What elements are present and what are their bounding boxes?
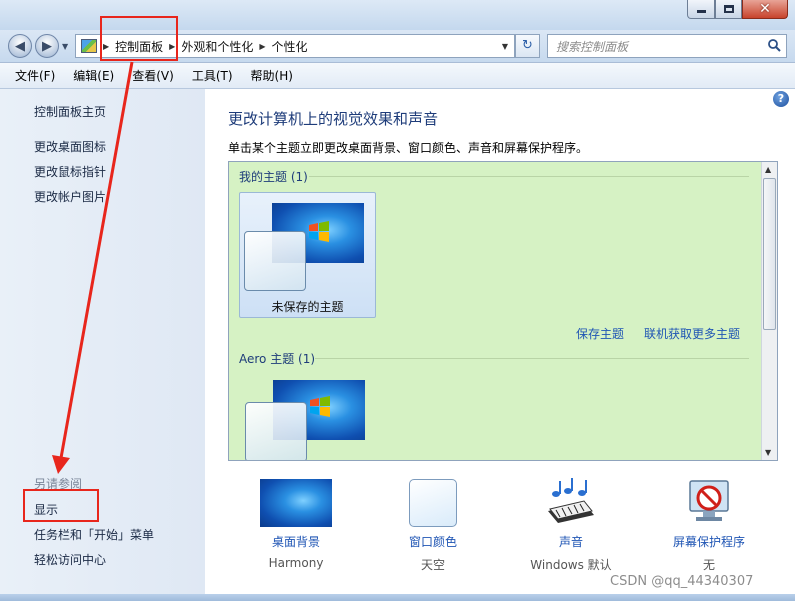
desktop-background-label[interactable]: 桌面背景 bbox=[231, 533, 361, 550]
scroll-up-icon[interactable]: ▲ bbox=[765, 165, 771, 174]
theme-thumbnail-aero[interactable] bbox=[239, 374, 376, 460]
menu-edit[interactable]: 编辑(E) bbox=[64, 65, 123, 86]
windows-logo-icon bbox=[309, 221, 329, 242]
content-area: ? 更改计算机上的视觉效果和声音 单击某个主题立即更改桌面背景、窗口颜色、声音和… bbox=[205, 89, 795, 601]
save-theme-link[interactable]: 保存主题 bbox=[576, 325, 624, 342]
forward-arrow-icon: ▶ bbox=[42, 38, 52, 54]
page-title: 更改计算机上的视觉效果和声音 bbox=[228, 110, 439, 128]
my-themes-header: 我的主题 (1) bbox=[239, 170, 308, 184]
sound-icon bbox=[548, 478, 594, 523]
sidebar-link-account-picture[interactable]: 更改帐户图片 bbox=[34, 188, 106, 205]
window-glass-preview bbox=[244, 231, 306, 291]
get-more-themes-link[interactable]: 联机获取更多主题 bbox=[644, 325, 740, 342]
close-button[interactable]: ✕ bbox=[742, 0, 788, 19]
group-divider bbox=[315, 358, 749, 359]
search-input[interactable]: 搜索控制面板 bbox=[547, 34, 787, 58]
menu-help[interactable]: 帮助(H) bbox=[242, 65, 302, 86]
screensaver-value: 无 bbox=[702, 558, 715, 572]
screensaver-label[interactable]: 屏幕保护程序 bbox=[644, 533, 774, 550]
window-glass-preview bbox=[245, 402, 307, 460]
back-arrow-icon: ◀ bbox=[15, 38, 25, 54]
sidebar-link-taskbar-start[interactable]: 任务栏和「开始」菜单 bbox=[34, 526, 154, 543]
windows-logo-icon bbox=[310, 396, 330, 417]
theme-list-scrollbar[interactable]: ▲ ▼ bbox=[761, 162, 777, 460]
menu-tools[interactable]: 工具(T) bbox=[183, 65, 242, 86]
scroll-down-icon[interactable]: ▼ bbox=[765, 448, 771, 457]
theme-thumbnail-unsaved[interactable]: 未保存的主题 bbox=[239, 192, 376, 318]
aero-themes-header: Aero 主题 (1) bbox=[239, 352, 316, 366]
refresh-icon: ↻ bbox=[522, 38, 533, 53]
close-icon: ✕ bbox=[759, 1, 771, 17]
maximize-button[interactable] bbox=[715, 0, 742, 19]
forward-button[interactable]: ▶ bbox=[35, 34, 59, 58]
menu-view[interactable]: 查看(V) bbox=[123, 65, 183, 86]
control-panel-icon bbox=[81, 39, 97, 53]
group-divider bbox=[309, 176, 749, 177]
left-navigation-pane: 控制面板主页 更改桌面图标 更改鼠标指针 更改帐户图片 另请参阅 显示 任务栏和… bbox=[0, 89, 205, 601]
window-color-label[interactable]: 窗口颜色 bbox=[368, 533, 498, 550]
scroll-thumb[interactable] bbox=[763, 178, 776, 330]
chevron-right-icon[interactable]: ▶ bbox=[259, 42, 265, 51]
window-color-value: 天空 bbox=[420, 558, 445, 572]
address-dropdown-icon[interactable]: ▼ bbox=[502, 42, 508, 51]
annotation-box-breadcrumb bbox=[100, 16, 178, 61]
search-placeholder: 搜索控制面板 bbox=[556, 39, 629, 54]
sound-value: Windows 默认 bbox=[530, 558, 612, 572]
sidebar-link-desktop-icons[interactable]: 更改桌面图标 bbox=[34, 138, 106, 155]
menu-bar: 文件(F) 编辑(E) 查看(V) 工具(T) 帮助(H) bbox=[0, 62, 795, 89]
maximize-icon bbox=[723, 5, 734, 13]
theme-name-label: 未保存的主题 bbox=[271, 300, 344, 314]
breadcrumb-personalization[interactable]: 个性化 bbox=[272, 38, 308, 55]
screensaver-icon bbox=[689, 480, 729, 521]
desktop-background-icon bbox=[260, 479, 332, 527]
annotation-box-display bbox=[23, 489, 99, 522]
page-description: 单击某个主题立即更改桌面背景、窗口颜色、声音和屏幕保护程序。 bbox=[228, 141, 589, 155]
back-button[interactable]: ◀ bbox=[8, 34, 32, 58]
window-bottom-border bbox=[0, 594, 795, 601]
refresh-button[interactable]: ↻ bbox=[515, 34, 540, 58]
menu-file[interactable]: 文件(F) bbox=[6, 65, 64, 86]
desktop-background-value: Harmony bbox=[268, 556, 324, 570]
search-icon[interactable] bbox=[767, 38, 781, 52]
sidebar-link-ease-of-access[interactable]: 轻松访问中心 bbox=[34, 551, 106, 568]
theme-list-panel: 我的主题 (1) 未保存的主题 保存主题 联机获取更多主题 Aero 主题 (1… bbox=[228, 161, 778, 461]
sidebar-home-link[interactable]: 控制面板主页 bbox=[34, 103, 106, 120]
breadcrumb-appearance[interactable]: 外观和个性化 bbox=[181, 38, 253, 55]
minimize-icon bbox=[696, 10, 706, 13]
watermark-text: CSDN @qq_44340307 bbox=[610, 574, 754, 589]
recent-pages-dropdown[interactable]: ▼ bbox=[62, 42, 68, 51]
minimize-button[interactable] bbox=[687, 0, 715, 19]
sidebar-link-mouse-pointer[interactable]: 更改鼠标指针 bbox=[34, 163, 106, 180]
window-color-icon bbox=[409, 479, 457, 527]
help-icon[interactable]: ? bbox=[773, 91, 789, 107]
sound-label[interactable]: 声音 bbox=[506, 533, 636, 550]
